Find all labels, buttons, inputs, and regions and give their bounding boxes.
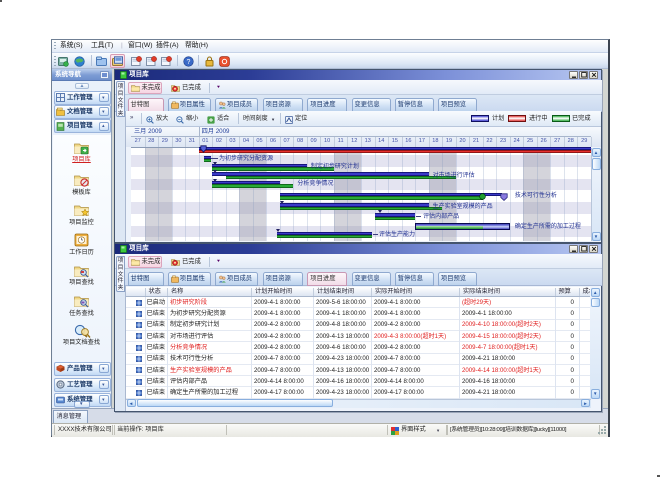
svg-text:?: ?	[187, 59, 191, 66]
